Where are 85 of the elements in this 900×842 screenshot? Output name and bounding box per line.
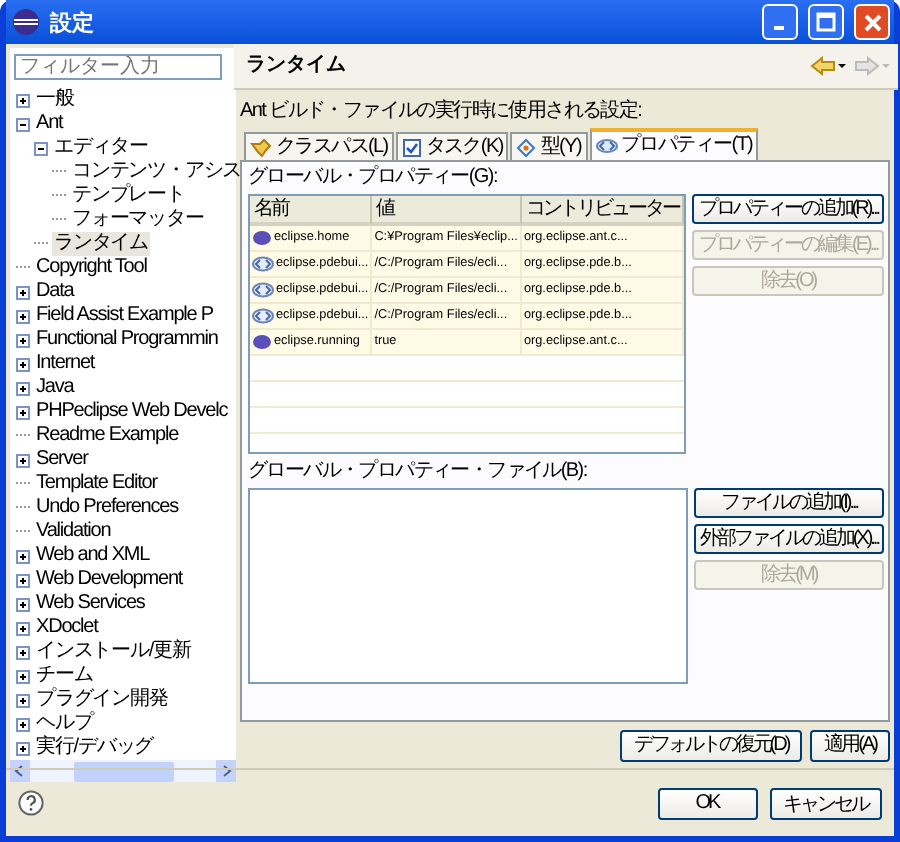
expand-icon[interactable] [16, 621, 30, 635]
expand-icon[interactable] [16, 357, 30, 371]
scroll-thumb[interactable] [73, 761, 173, 781]
app-icon [12, 8, 40, 36]
filter-field[interactable]: フィルター入力 [14, 54, 222, 80]
tree-item[interactable]: Copyright Tool [34, 256, 149, 280]
column-header[interactable]: 名前 [250, 196, 373, 226]
tree-item[interactable]: エディター [52, 136, 151, 160]
tree-item[interactable]: Field Assist Example P [34, 304, 216, 328]
expand-icon[interactable] [16, 333, 30, 347]
expand-icon[interactable] [16, 573, 30, 587]
brackets-icon [252, 282, 274, 298]
expand-icon[interactable] [16, 405, 30, 419]
tree-item[interactable]: Internet [34, 352, 97, 376]
section-label: グローバル・プロパティー・ファイル(B): [248, 460, 589, 484]
tree-item[interactable]: PHPeclipse Web Develc [34, 400, 230, 424]
page-title: ランタイム [246, 54, 348, 78]
tree-item[interactable]: インストール/更新 [34, 640, 193, 664]
scroll-right-icon[interactable] [216, 760, 236, 782]
horizontal-scrollbar[interactable] [10, 760, 236, 782]
maximize-button[interactable] [808, 4, 844, 40]
expand-icon[interactable] [16, 93, 30, 107]
tree-item[interactable]: Undo Preferences [34, 496, 181, 520]
cancel-button[interactable]: キャンセル [769, 787, 882, 819]
tree-item[interactable]: Functional Programmin [34, 328, 220, 352]
page-description: Ant ビルド・ファイルの実行時に使用される設定: [240, 100, 644, 124]
expand-icon[interactable] [16, 285, 30, 299]
tree-item[interactable]: Readme Example [34, 424, 181, 448]
expand-icon[interactable] [16, 645, 30, 659]
ok-button[interactable]: OK [657, 787, 757, 819]
section-label: グローバル・プロパティー(G): [248, 166, 499, 190]
brackets-icon [252, 256, 274, 272]
expand-icon[interactable] [16, 309, 30, 323]
help-icon[interactable] [18, 790, 44, 816]
tree-item[interactable]: プラグイン開発 [34, 688, 170, 712]
tree-item[interactable]: Data [34, 280, 76, 304]
tree-item[interactable]: Web Services [34, 592, 147, 616]
close-icon [863, 13, 881, 31]
collapse-icon[interactable] [34, 141, 48, 155]
tree-item[interactable]: チーム [34, 664, 95, 688]
expand-icon[interactable] [16, 549, 30, 563]
restore-defaults-button[interactable]: デフォルトの復元(D) [619, 730, 803, 762]
collapse-icon[interactable] [16, 117, 30, 131]
tree-item[interactable]: Java [34, 376, 76, 400]
column-header[interactable]: 値 [372, 196, 522, 226]
scroll-left-icon[interactable] [10, 760, 30, 782]
tree-item[interactable]: コンテンツ・アシス [70, 160, 244, 184]
tab[interactable]: 型(Y) [510, 132, 587, 160]
close-button[interactable] [854, 4, 890, 40]
tree-item[interactable]: フォーマッター [70, 208, 206, 232]
expand-icon[interactable] [16, 453, 30, 467]
expand-icon[interactable] [16, 669, 30, 683]
tree-item[interactable]: ヘルプ [34, 712, 95, 736]
tree-item[interactable]: 一般 [34, 88, 76, 112]
tree-item[interactable]: テンプレート [70, 184, 187, 208]
expand-icon[interactable] [16, 717, 30, 731]
add-file-button[interactable]: ファイルの追加(I)... [693, 488, 884, 518]
tree-item[interactable]: Validation [34, 520, 113, 544]
tree-item[interactable]: Web Development [34, 568, 185, 592]
brackets-icon [252, 308, 274, 324]
brackets-icon [595, 136, 617, 156]
tab[interactable]: クラスパス(L) [244, 132, 394, 160]
tree-item[interactable]: XDoclet [34, 616, 100, 640]
tree-item[interactable]: Web and XML [34, 544, 152, 568]
apply-button[interactable]: 適用(A) [810, 730, 890, 762]
tree-item[interactable]: 実行/デバッグ [34, 736, 156, 760]
tree-item[interactable]: Server [34, 448, 90, 472]
column-header[interactable]: コントリビューター [521, 196, 685, 226]
window-title: 設定 [50, 9, 96, 37]
tab[interactable]: プロパティー(T) [589, 128, 759, 160]
expand-icon[interactable] [16, 741, 30, 755]
tree-item[interactable]: Ant [34, 112, 65, 136]
expand-icon[interactable] [16, 381, 30, 395]
expand-icon[interactable] [16, 693, 30, 707]
add-external-file-button[interactable]: 外部ファイルの追加(X)... [693, 524, 884, 554]
maximize-icon [816, 12, 836, 32]
diamond-icon [516, 137, 537, 157]
tab[interactable]: タスク(K) [395, 132, 509, 160]
back-icon[interactable] [810, 56, 846, 76]
add-property-button[interactable]: プロパティーの追加(R)... [692, 194, 884, 224]
files-list[interactable] [248, 488, 688, 684]
minimize-button[interactable] [762, 4, 798, 40]
tree-item[interactable]: Template Editor [34, 472, 159, 496]
expand-icon[interactable] [16, 597, 30, 611]
tree-item[interactable]: ランタイム [52, 232, 151, 256]
